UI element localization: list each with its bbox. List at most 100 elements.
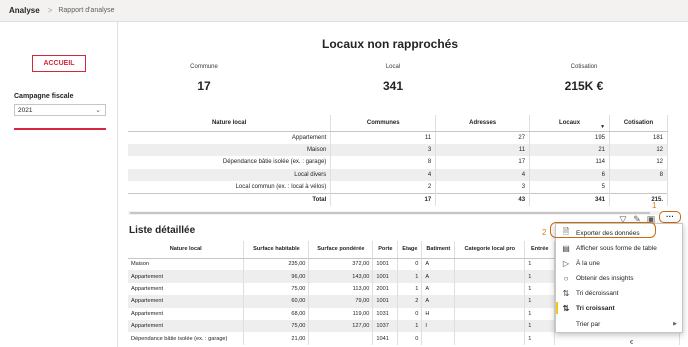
table-cell: A (421, 270, 456, 283)
menu-item-sort-descending[interactable]: ⇅ Tri décroissant (556, 286, 682, 300)
kpi-label: Commune (190, 64, 218, 70)
table-cell: 4 (435, 168, 531, 181)
kpi-local: Local 341 (373, 64, 413, 93)
column-header[interactable]: Surface pondérée (308, 241, 374, 259)
campaign-select[interactable]: 2021 ⌄ (14, 104, 106, 116)
table-cell: 8 (330, 156, 437, 169)
table-cell: 2001 (372, 282, 399, 296)
table-cell: 12 (609, 143, 668, 156)
column-header[interactable]: Nature local (128, 115, 332, 132)
table-cell: Maison (128, 258, 245, 271)
table-cell (454, 270, 526, 283)
table-cell: Appartement (128, 307, 245, 320)
table-cell: Local divers (128, 168, 332, 181)
column-header[interactable]: Surface habitable (243, 241, 310, 259)
section-title: Liste détaillée (129, 225, 196, 236)
table-row[interactable]: Dépendance bâtie isolée (ex. : garage) 2… (128, 332, 680, 345)
column-header[interactable]: Categorie local pro (454, 241, 526, 259)
divider (14, 128, 106, 130)
column-header[interactable]: Adresses (435, 115, 531, 132)
kpi-value: 215K € (564, 79, 604, 93)
table-cell: 17 (330, 193, 437, 206)
table-row[interactable]: Local divers 4 4 6 8 (128, 168, 668, 181)
table-cell (308, 332, 374, 345)
more-options-button[interactable]: ··· (659, 211, 681, 223)
table-cell: Total (128, 193, 332, 206)
table-cell: 60,00 (243, 295, 310, 308)
kpi-label: Cotisation (570, 64, 598, 70)
column-header[interactable]: Communes (330, 115, 437, 132)
table-row[interactable]: Dépendance bâtie isolée (ex. : garage) 8… (128, 156, 668, 169)
menu-item-label: Trier par (576, 320, 601, 328)
table-cell: Maison (128, 143, 332, 156)
chevron-right-icon: ▶ (673, 321, 677, 327)
table-cell (554, 332, 680, 345)
table-cell: 79,00 (308, 295, 374, 308)
table-cell: 1 (524, 307, 556, 320)
table-cell: 68,00 (243, 307, 310, 320)
table-cell: 43 (435, 193, 531, 206)
chevron-down-icon: ⌄ (95, 107, 101, 114)
scrollbar-thumb[interactable] (130, 212, 650, 214)
table-cell (454, 282, 526, 296)
table-cell: 0 (397, 307, 423, 320)
table-row[interactable]: Appartement 11 27 195 181 (128, 131, 668, 144)
menu-item-spotlight[interactable]: ▷ À la une (556, 256, 682, 270)
table-cell: 1 (397, 270, 423, 283)
table-cell: 1041 (372, 332, 399, 345)
table-cell: 215. (609, 193, 668, 206)
table-cell: 1001 (372, 295, 399, 308)
column-header[interactable]: Etage (397, 241, 423, 259)
table-cell: Appartement (128, 282, 245, 296)
table-icon: ▤ (562, 243, 570, 253)
horizontal-scrollbar[interactable] (128, 211, 668, 215)
table-cell (454, 295, 526, 308)
kpi-value: 17 (197, 79, 211, 93)
table-row[interactable]: Local commun (ex. : local à vélos) 2 3 5 (128, 181, 668, 194)
table-cell: 96,00 (243, 270, 310, 283)
breadcrumb-analyse[interactable]: Analyse (9, 6, 40, 15)
table-cell: 127,00 (308, 319, 374, 333)
annotation-number-1: 1 (652, 201, 657, 210)
table-cell: 2 (330, 181, 437, 194)
table-cell: 1 (524, 295, 556, 308)
page-title: Locaux non rapprochés (322, 37, 459, 51)
menu-item-show-as-table[interactable]: ▤ Afficher sous forme de table (556, 241, 682, 255)
column-header[interactable]: Locaux ▼ (529, 115, 611, 132)
table-cell: 113,00 (308, 282, 374, 296)
table-cell: 3 (330, 143, 437, 156)
table-cell: 75,00 (243, 319, 310, 333)
table-cell: 143,00 (308, 270, 374, 283)
home-button[interactable]: ACCUEIL (32, 55, 86, 72)
menu-item-sort-ascending[interactable]: ⇅ Tri croissant (556, 301, 682, 315)
table-cell: 235,00 (243, 258, 310, 271)
column-header[interactable]: Batiment (421, 241, 456, 259)
column-header[interactable]: Porte (372, 241, 399, 259)
table-row[interactable]: Maison 3 11 21 12 (128, 143, 668, 156)
table-cell: 6 (529, 168, 611, 181)
table-cell: A (421, 282, 456, 296)
table-cell: 341 (529, 193, 611, 206)
table-cell: 1 (524, 282, 556, 296)
breadcrumb-rapport[interactable]: Rapport d'analyse (58, 7, 114, 14)
table-cell: 114 (529, 156, 611, 169)
menu-item-get-insights[interactable]: ○ Obtenir des insights (556, 271, 682, 285)
table-cell: 0 (397, 258, 423, 271)
table-cell: Appartement (128, 270, 245, 283)
kpi-value: 341 (382, 79, 404, 93)
table-cell (454, 319, 526, 333)
menu-item-sort-by[interactable]: Trier par ▶ (556, 317, 682, 331)
table-cell: 27 (435, 131, 531, 144)
menu-item-label: Obtenir des insights (576, 274, 634, 282)
table-cell (454, 307, 526, 320)
table-cell: 1001 (372, 258, 399, 271)
table-cell: 11 (435, 143, 531, 156)
table-cell: 1 (397, 282, 423, 296)
column-header[interactable]: Cotisation (609, 115, 668, 132)
table-cell: Dépendance bâtie isolée (ex. : garage) (128, 156, 332, 169)
table-cell: 3 (435, 181, 531, 194)
menu-item-label: Afficher sous forme de table (576, 244, 657, 252)
table-cell: 8 (609, 168, 668, 181)
column-header[interactable]: Nature local (128, 241, 245, 259)
column-header[interactable]: Entrée (524, 241, 556, 259)
